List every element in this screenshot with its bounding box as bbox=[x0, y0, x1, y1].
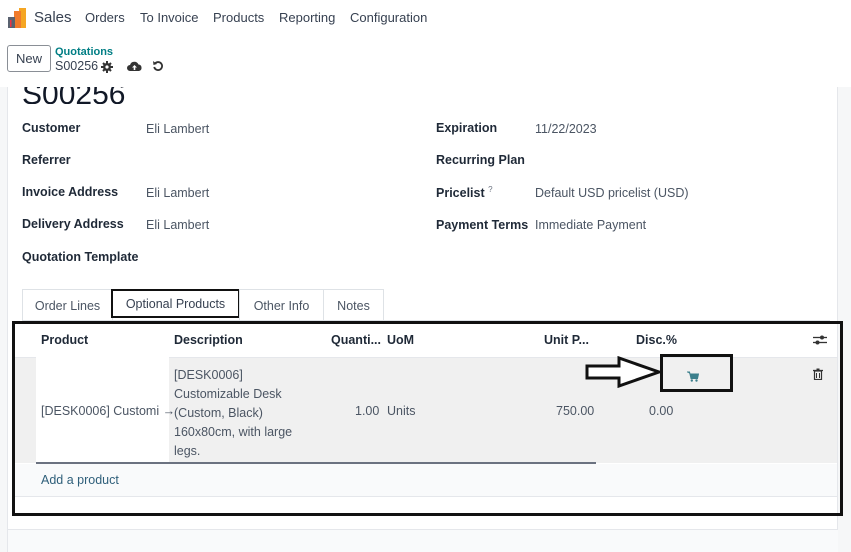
field-invoice-address[interactable]: Eli Lambert bbox=[146, 186, 209, 200]
label-referrer: Referrer bbox=[22, 153, 71, 167]
label-customer: Customer bbox=[22, 121, 81, 135]
tab-order-lines[interactable]: Order Lines bbox=[22, 289, 113, 321]
top-navbar: Sales Orders To Invoice Products Reporti… bbox=[0, 0, 851, 36]
tab-other-info[interactable]: Other Info bbox=[239, 289, 324, 321]
annotation-table-box bbox=[12, 321, 843, 516]
menu-to-invoice[interactable]: To Invoice bbox=[140, 10, 199, 25]
label-invoice-address: Invoice Address bbox=[22, 185, 119, 199]
menu-products[interactable]: Products bbox=[213, 10, 264, 25]
label-pricelist: Pricelist ? bbox=[436, 185, 493, 200]
label-quotation-template: Quotation Template bbox=[22, 250, 139, 264]
record-title: S00256 bbox=[22, 87, 126, 104]
field-pricelist[interactable]: Default USD pricelist (USD) bbox=[535, 186, 689, 200]
app-name[interactable]: Sales bbox=[34, 9, 72, 26]
undo-icon[interactable] bbox=[151, 59, 165, 73]
sales-logo-icon[interactable] bbox=[6, 7, 28, 29]
field-referrer[interactable] bbox=[146, 154, 346, 168]
footer-area bbox=[8, 530, 838, 552]
control-panel: New Quotations S00256 bbox=[0, 36, 851, 86]
label-payment-terms: Payment Terms bbox=[436, 218, 529, 232]
field-customer[interactable]: Eli Lambert bbox=[146, 122, 209, 136]
menu-reporting[interactable]: Reporting bbox=[279, 10, 335, 25]
field-quotation-template[interactable] bbox=[146, 251, 346, 265]
breadcrumb-current: S00256 bbox=[55, 59, 99, 73]
cloud-upload-icon[interactable] bbox=[126, 59, 142, 73]
tab-notes[interactable]: Notes bbox=[323, 289, 384, 321]
label-delivery-address: Delivery Address bbox=[22, 217, 124, 231]
field-delivery-address[interactable]: Eli Lambert bbox=[146, 218, 209, 232]
title-clip: S00256 bbox=[0, 87, 851, 107]
menu-orders[interactable]: Orders bbox=[85, 10, 125, 25]
help-tooltip-icon[interactable]: ? bbox=[488, 185, 492, 194]
breadcrumb-quotations[interactable]: Quotations bbox=[55, 46, 113, 58]
label-recurring-plan: Recurring Plan bbox=[436, 153, 525, 167]
label-pricelist-text: Pricelist bbox=[436, 186, 485, 201]
gear-icon[interactable] bbox=[100, 60, 114, 74]
tab-optional-products[interactable]: Optional Products bbox=[111, 289, 240, 318]
label-expiration: Expiration bbox=[436, 121, 498, 135]
new-button[interactable]: New bbox=[7, 45, 51, 72]
field-payment-terms[interactable]: Immediate Payment bbox=[535, 218, 646, 232]
menu-configuration[interactable]: Configuration bbox=[350, 10, 427, 25]
field-recurring-plan[interactable] bbox=[535, 154, 735, 168]
field-expiration[interactable]: 11/22/2023 bbox=[535, 122, 597, 136]
